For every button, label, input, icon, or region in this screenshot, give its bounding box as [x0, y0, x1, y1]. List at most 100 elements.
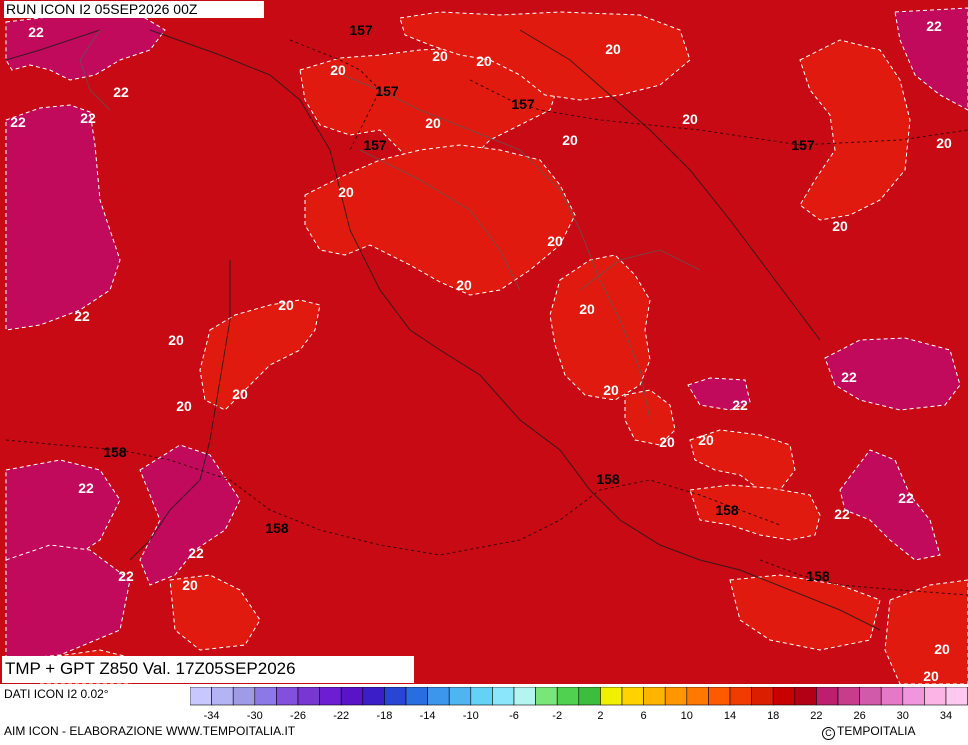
temp-label: 22: [78, 480, 94, 496]
color-scale-cell: [319, 687, 342, 706]
copyright-icon: C: [822, 727, 835, 740]
color-scale-cells: [190, 687, 968, 706]
color-scale-cell: [600, 687, 623, 706]
color-scale-tick-label: 18: [767, 710, 779, 722]
map-title: TMP + GPT Z850 Val. 17Z05SEP2026: [5, 659, 296, 678]
temp-label: 20: [338, 184, 354, 200]
color-scale-tick-label: -30: [247, 710, 263, 722]
temp-label: 22: [74, 308, 90, 324]
temp-label: 20: [330, 62, 346, 78]
copyright: C TEMPOITALIA: [822, 724, 915, 740]
color-scale-cell: [837, 687, 860, 706]
color-scale-cell: [880, 687, 904, 706]
temp-label: 20: [682, 111, 698, 127]
color-scale-tick-label: -10: [463, 710, 479, 722]
gpt-label: 158: [103, 444, 127, 460]
color-scale-tick-label: -14: [420, 710, 436, 722]
color-scale-cell: [686, 687, 709, 706]
temp-label: 20: [168, 332, 184, 348]
data-source-label: DATI ICON I2 0.02°: [4, 687, 109, 701]
color-scale-cell: [276, 687, 299, 706]
color-scale-cell: [535, 687, 558, 706]
title-box: TMP + GPT Z850 Val. 17Z05SEP2026: [2, 656, 414, 683]
color-scale-cell: [816, 687, 839, 706]
color-scale: -34 -30 -26 -22 -18 -14 -10 -6 -2 2 6 10 14 18 22 26 30 3…: [190, 687, 968, 722]
color-scale-cell: [492, 687, 515, 706]
color-scale-cell: [708, 687, 731, 706]
temp-label: 20: [936, 135, 952, 151]
color-scale-cell: [945, 687, 968, 706]
temp-label: 20: [934, 641, 950, 657]
gpt-label: 157: [791, 137, 815, 153]
color-scale-cell: [384, 687, 407, 706]
gpt-label: 158: [265, 520, 289, 536]
temp-label: 20: [432, 48, 448, 64]
color-scale-tick-label: 34: [940, 710, 952, 722]
color-scale-tick-label: 22: [810, 710, 822, 722]
color-scale-tick-label: 14: [724, 710, 736, 722]
color-scale-tick-label: -26: [290, 710, 306, 722]
temp-label: 20: [476, 53, 492, 69]
color-scale-tick-label: -18: [376, 710, 392, 722]
temp-label: 22: [732, 397, 748, 413]
color-scale-cell: [556, 687, 580, 706]
color-scale-cell: [621, 687, 644, 706]
color-scale-cell: [924, 687, 947, 706]
color-scale-cell: [664, 687, 688, 706]
color-scale-cell: [427, 687, 450, 706]
color-scale-cell: [513, 687, 536, 706]
color-scale-cell: [578, 687, 601, 706]
color-scale-cell: [362, 687, 385, 706]
gpt-label: 158: [715, 502, 739, 518]
color-scale-cell: [405, 687, 428, 706]
gpt-label: 157: [363, 137, 387, 153]
color-scale-cell: [751, 687, 774, 706]
footer: DATI ICON I2 0.02° -34 -30 -26 -22 -18 -14 -10…: [0, 684, 968, 745]
temp-label: 20: [603, 382, 619, 398]
color-scale-cell: [470, 687, 493, 706]
temp-label: 20: [832, 218, 848, 234]
gpt-label: 157: [511, 96, 535, 112]
gpt-label: 157: [375, 83, 399, 99]
color-scale-tick-label: -34: [204, 710, 220, 722]
temp-label: 20: [456, 277, 472, 293]
temp-label: 22: [841, 369, 857, 385]
gpt-label: 157: [349, 22, 373, 38]
color-scale-cell: [859, 687, 882, 706]
color-scale-cell: [902, 687, 925, 706]
temp-label: 22: [28, 24, 44, 40]
color-scale-cell: [297, 687, 320, 706]
color-scale-ticks: -34 -30 -26 -22 -18 -14 -10 -6 -2 2 6 10 14 18 22 26 30 3…: [204, 710, 952, 722]
color-scale-cell: [211, 687, 234, 706]
run-info-box: RUN ICON I2 05SEP2026 00Z: [4, 1, 264, 18]
temp-label: 20: [232, 386, 248, 402]
color-scale-cell: [190, 687, 212, 706]
temp-label: 22: [834, 506, 850, 522]
color-scale-tick-label: 10: [681, 710, 693, 722]
temp-label: 20: [659, 434, 675, 450]
gpt-label: 158: [806, 568, 830, 584]
temp-label: 20: [562, 132, 578, 148]
temp-label: 20: [605, 41, 621, 57]
temp-label: 20: [923, 668, 939, 684]
temp-label: 20: [278, 297, 294, 313]
color-scale-cell: [232, 687, 256, 706]
temp-label: 22: [118, 568, 134, 584]
color-scale-tick-label: 30: [897, 710, 909, 722]
copyright-text: TEMPOITALIA: [837, 724, 916, 738]
run-label: RUN ICON I2 05SEP2026 00Z: [6, 1, 198, 17]
temp-label: 22: [113, 84, 129, 100]
color-scale-tick-label: 2: [597, 710, 603, 722]
gpt-label: 158: [596, 471, 620, 487]
temp-label: 22: [10, 114, 26, 130]
temp-label: 22: [926, 18, 942, 34]
color-scale-tick-label: -22: [333, 710, 349, 722]
temp-label: 20: [579, 301, 595, 317]
temp-label: 22: [898, 490, 914, 506]
temp-label: 20: [182, 577, 198, 593]
color-scale-tick-label: -6: [509, 710, 519, 722]
color-scale-cell: [729, 687, 752, 706]
temp-label: 22: [80, 110, 96, 126]
color-scale-tick-label: 26: [853, 710, 865, 722]
color-scale-cell: [340, 687, 364, 706]
